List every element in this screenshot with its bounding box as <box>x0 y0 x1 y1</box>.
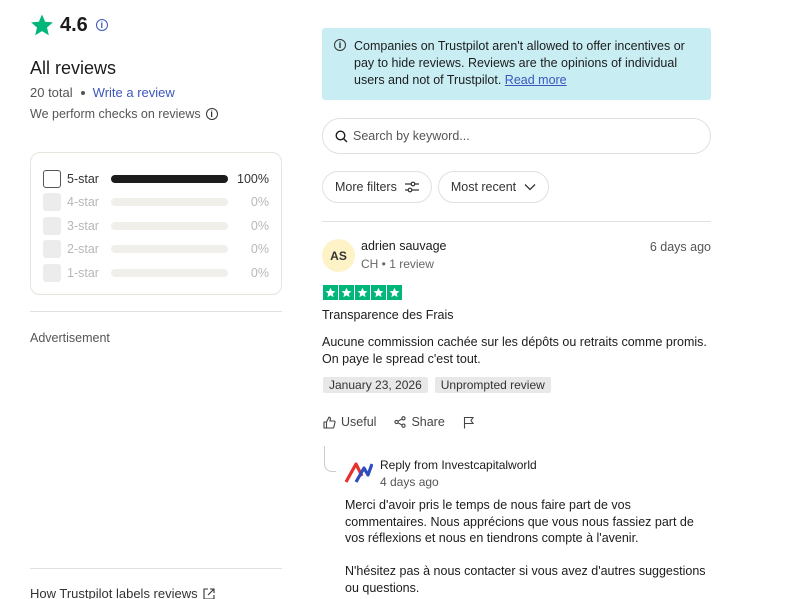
star-checkbox <box>43 216 61 235</box>
page-title: All reviews <box>30 58 117 78</box>
info-icon[interactable]: i <box>95 19 108 31</box>
separator-dot <box>80 90 85 95</box>
star-label: 4-star <box>67 195 99 210</box>
unprompted-tag[interactable]: Unprompted review <box>434 377 551 393</box>
reply-paragraph: Merci d'avoir pris le temps de nous fair… <box>345 498 694 545</box>
useful-label: Useful <box>341 415 377 429</box>
star-icon <box>355 285 370 300</box>
labels-link-text: How Trustpilot labels reviews <box>30 586 198 599</box>
reply-body: Merci d'avoir pris le temps de nous fair… <box>345 497 711 599</box>
star-filter-row[interactable]: 5-star 100% <box>43 167 269 191</box>
share-label: Share <box>411 415 445 429</box>
star-checkbox <box>43 193 61 212</box>
checks-text: We perform checks on reviews <box>30 107 201 121</box>
review-tags: January 23, 2026 Unprompted review <box>323 377 551 393</box>
star-checkbox <box>43 263 61 282</box>
star-icon <box>387 285 402 300</box>
star-label: 5-star <box>67 171 99 186</box>
sliders-icon <box>404 181 419 193</box>
read-more-link[interactable]: Read more <box>505 73 567 87</box>
reviews-sidebar: 4.6 i All reviews 20 total Write a revie… <box>30 0 282 599</box>
divider <box>322 221 711 222</box>
reviewer-meta: CH • 1 review <box>361 257 434 271</box>
checks-row[interactable]: We perform checks on reviews i <box>30 107 218 121</box>
company-logo-icon <box>345 462 373 483</box>
star-bar <box>111 245 228 254</box>
star-bar <box>111 174 228 183</box>
share-button[interactable]: Share <box>394 415 445 429</box>
reply-connector <box>324 446 336 472</box>
experience-date-tag: January 23, 2026 <box>323 377 428 393</box>
search-placeholder: Search by keyword... <box>353 129 470 143</box>
advertisement-label: Advertisement <box>30 331 110 345</box>
star-percent: 0% <box>250 218 269 233</box>
info-icon: i <box>334 39 346 51</box>
reply-author: Reply from Investcapitalworld <box>380 458 537 472</box>
info-icon[interactable]: i <box>205 108 218 120</box>
star-percent: 100% <box>237 171 269 186</box>
avatar[interactable]: AS <box>322 239 355 272</box>
star-label: 2-star <box>67 242 99 257</box>
star-filter-row: 1-star 0% <box>43 261 269 285</box>
star-filter-row: 3-star 0% <box>43 214 269 238</box>
star-distribution: 5-star 100% 4-star 0% 3-star 0% 2-star 0… <box>30 152 282 295</box>
notice-banner: i Companies on Trustpilot aren't allowed… <box>322 28 711 100</box>
divider <box>30 568 282 569</box>
useful-button[interactable]: Useful <box>323 415 376 429</box>
more-filters-button[interactable]: More filters <box>322 171 432 203</box>
rating-summary: 4.6 i <box>30 13 108 37</box>
star-percent: 0% <box>250 242 269 257</box>
star-icon <box>31 14 53 36</box>
review-title[interactable]: Transparence des Frais <box>322 308 454 322</box>
review-body: Aucune commission cachée sur les dépôts … <box>322 335 707 366</box>
external-link-icon <box>203 587 215 599</box>
star-icon <box>371 285 386 300</box>
sort-label: Most recent <box>450 180 517 194</box>
more-filters-label: More filters <box>335 180 397 194</box>
flag-icon[interactable] <box>463 416 475 429</box>
star-bar <box>111 198 228 207</box>
reply-paragraph: N'hésitez pas à nous contacter si vous a… <box>345 564 706 595</box>
star-percent: 0% <box>250 265 269 280</box>
search-icon <box>335 130 348 143</box>
review-rating <box>323 285 402 300</box>
review-date: 6 days ago <box>649 240 711 254</box>
rating-value: 4.6 <box>60 13 88 36</box>
chevron-down-icon <box>524 184 536 191</box>
reviews-main: i Companies on Trustpilot aren't allowed… <box>322 0 712 599</box>
thumbs-up-icon <box>323 416 336 429</box>
star-label: 1-star <box>67 265 99 280</box>
star-label: 3-star <box>67 218 99 233</box>
star-checkbox[interactable] <box>43 169 61 188</box>
star-bar <box>111 221 228 230</box>
star-percent: 0% <box>250 195 269 210</box>
sort-dropdown[interactable]: Most recent <box>437 171 550 203</box>
reviewer-name[interactable]: adrien sauvage <box>361 239 446 253</box>
reply-date: 4 days ago <box>380 475 439 489</box>
star-filter-row: 2-star 0% <box>43 238 269 262</box>
star-icon <box>339 285 354 300</box>
write-review-link[interactable]: Write a review <box>93 85 175 100</box>
star-filter-row: 4-star 0% <box>43 191 269 215</box>
star-icon <box>323 285 338 300</box>
review-actions: Useful Share <box>323 415 475 429</box>
total-row: 20 total Write a review <box>30 85 175 100</box>
search-input[interactable]: Search by keyword... <box>322 118 711 154</box>
star-bar <box>111 268 228 277</box>
divider <box>30 311 282 312</box>
labels-link[interactable]: How Trustpilot labels reviews <box>30 586 215 599</box>
share-icon <box>394 416 407 428</box>
total-count: 20 total <box>30 85 73 100</box>
star-checkbox <box>43 240 61 259</box>
filter-bar: More filters Most recent <box>322 171 550 203</box>
